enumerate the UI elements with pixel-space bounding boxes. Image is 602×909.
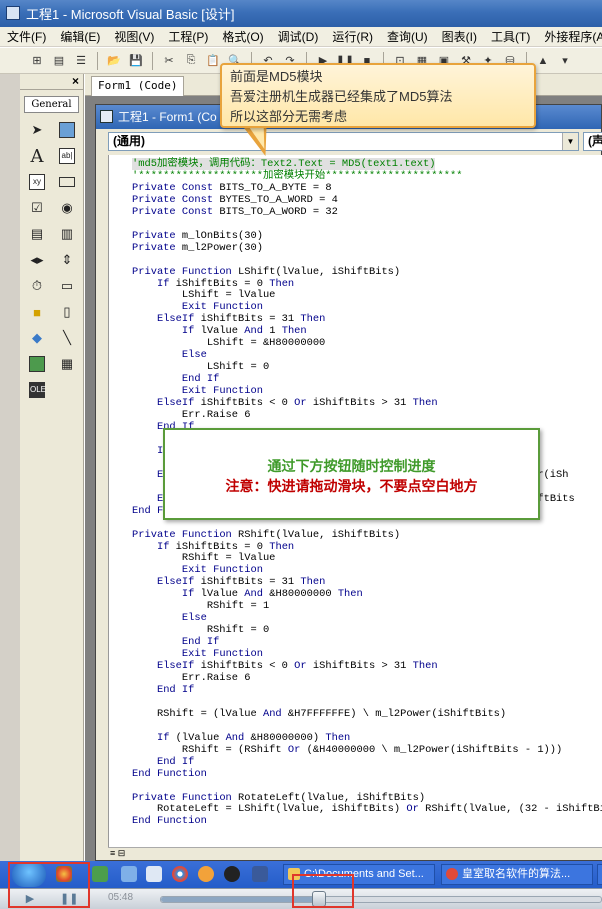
hscrollbar-tool-icon[interactable]: ◂▸ bbox=[26, 249, 48, 271]
chrome-icon[interactable] bbox=[172, 866, 188, 882]
hint-line-1: 通过下方按钮随时控制进度 bbox=[267, 458, 436, 474]
drivelistbox-tool-icon[interactable]: ▭ bbox=[56, 275, 78, 297]
dirlistbox-tool-icon[interactable]: ■ bbox=[26, 301, 48, 323]
toolbox-header: × bbox=[20, 74, 83, 90]
optionbutton-tool-icon[interactable]: ◉ bbox=[56, 197, 78, 219]
toolbox-general-tab[interactable]: General bbox=[24, 96, 79, 113]
menu-diagram[interactable]: 图表(I) bbox=[435, 27, 484, 46]
app-icon[interactable] bbox=[92, 866, 108, 882]
taskbar-browser-window[interactable]: 皇室取名软件的算法... bbox=[441, 864, 593, 885]
shape-tool-icon[interactable]: ◆ bbox=[26, 327, 48, 349]
close-icon[interactable]: × bbox=[72, 74, 79, 88]
highlight-player-buttons bbox=[8, 862, 90, 908]
menu-format[interactable]: 格式(O) bbox=[215, 27, 270, 46]
object-combo[interactable]: (通用) ▼ bbox=[108, 132, 579, 151]
title-bar: 工程1 - Microsoft Visual Basic [设计] bbox=[0, 0, 602, 27]
progress-hint-callout: 通过下方按钮随时控制进度 注意：快进请拖动滑块，不要点空白地方 bbox=[163, 428, 540, 520]
code-window-title: 工程1 - Form1 (Co bbox=[118, 110, 217, 124]
save-icon[interactable]: 💾 bbox=[127, 52, 145, 70]
menu-bar: 文件(F) 编辑(E) 视图(V) 工程(P) 格式(O) 调试(D) 运行(R… bbox=[0, 27, 602, 47]
menu-tools[interactable]: 工具(T) bbox=[484, 27, 537, 46]
menu-file[interactable]: 文件(F) bbox=[0, 27, 53, 46]
open-icon[interactable]: 📂 bbox=[105, 52, 123, 70]
chrome-icon bbox=[446, 868, 458, 880]
code-window-combos: (通用) ▼ (声 bbox=[96, 129, 602, 153]
menu-run[interactable]: 运行(R) bbox=[325, 27, 380, 46]
visual-component-icon[interactable]: ▾ bbox=[556, 52, 574, 70]
add-form-icon[interactable]: ▤ bbox=[50, 52, 68, 70]
vb-app-icon bbox=[6, 6, 20, 20]
document-icon[interactable] bbox=[146, 866, 162, 882]
ole-tool-icon[interactable]: OLE bbox=[26, 379, 48, 401]
data-tool-icon[interactable]: ▦ bbox=[56, 353, 78, 375]
task-label: 皇室取名软件的算法... bbox=[462, 868, 571, 880]
seek-track[interactable] bbox=[160, 896, 602, 903]
hint-line-2: 注意：快进请拖动滑块，不要点空白地方 bbox=[225, 478, 478, 494]
menu-query[interactable]: 查询(U) bbox=[380, 27, 435, 46]
callout-line-2: 吾爱注册机生成器已经集成了MD5算法 bbox=[230, 89, 453, 104]
procedure-combo-value: (声 bbox=[588, 134, 602, 148]
md5-callout: 前面是MD5模块 吾爱注册机生成器已经集成了MD5算法 所以这部分无需考虑 bbox=[220, 63, 536, 128]
combobox-tool-icon[interactable]: ▤ bbox=[26, 223, 48, 245]
toolbar-separator bbox=[97, 51, 98, 70]
vscrollbar-tool-icon[interactable]: ⇕ bbox=[56, 249, 78, 271]
filelistbox-tool-icon[interactable]: ▯ bbox=[56, 301, 78, 323]
image-tool-icon[interactable] bbox=[26, 353, 48, 375]
picturebox-tool-icon[interactable] bbox=[56, 119, 78, 141]
menu-project[interactable]: 工程(P) bbox=[161, 27, 215, 46]
listbox-tool-icon[interactable]: ▥ bbox=[56, 223, 78, 245]
toolbox-panel: × General ➤ A ab| xy ☑ ◉ ▤ ▥ ◂▸ ⇕ ⏱ ▭ ■ … bbox=[20, 74, 84, 861]
menu-view[interactable]: 视图(V) bbox=[107, 27, 161, 46]
code-view-toggle-bar[interactable]: ≡ ⊟ bbox=[108, 847, 602, 860]
qq-icon[interactable] bbox=[224, 866, 240, 882]
frame-tool-icon[interactable]: xy bbox=[26, 171, 48, 193]
code-window-icon bbox=[100, 110, 113, 123]
window-title: 工程1 - Microsoft Visual Basic [设计] bbox=[26, 7, 235, 22]
checkbox-tool-icon[interactable]: ☑ bbox=[26, 197, 48, 219]
toolbar-separator bbox=[152, 51, 153, 70]
add-project-icon[interactable]: ⊞ bbox=[28, 52, 46, 70]
menu-editor-icon[interactable]: ☰ bbox=[72, 52, 90, 70]
textbox-tool-icon[interactable]: ab| bbox=[56, 145, 78, 167]
commandbutton-tool-icon[interactable] bbox=[56, 171, 78, 193]
menu-edit[interactable]: 编辑(E) bbox=[53, 27, 107, 46]
tab-form1-code[interactable]: Form1 (Code) bbox=[91, 76, 185, 96]
menu-addins[interactable]: 外接程序(A) bbox=[537, 27, 602, 46]
pointer-tool-icon[interactable]: ➤ bbox=[26, 119, 48, 141]
qq-browser-icon[interactable] bbox=[198, 866, 214, 882]
highlight-seek-thumb bbox=[292, 874, 354, 908]
menu-debug[interactable]: 调试(D) bbox=[271, 27, 326, 46]
chevron-down-icon[interactable]: ▼ bbox=[562, 133, 578, 150]
playback-time: 05:48 bbox=[108, 892, 134, 903]
taskbar-window-partial[interactable] bbox=[597, 864, 602, 885]
component-manager-icon[interactable]: ▲ bbox=[534, 52, 552, 70]
timer-tool-icon[interactable]: ⏱ bbox=[26, 275, 48, 297]
procedure-combo[interactable]: (声 bbox=[583, 132, 602, 151]
toolbox-tools: ➤ A ab| xy ☑ ◉ ▤ ▥ ◂▸ ⇕ ⏱ ▭ ■ ▯ ◆ ╲ ▦ OL… bbox=[20, 119, 83, 401]
label-tool-icon[interactable]: A bbox=[26, 145, 48, 167]
show-desktop-icon[interactable] bbox=[121, 866, 137, 882]
copy-icon[interactable]: ⎘ bbox=[182, 52, 200, 70]
callout-line-3: 所以这部分无需考虑 bbox=[230, 109, 348, 124]
line-tool-icon[interactable]: ╲ bbox=[56, 327, 78, 349]
callout-line-1: 前面是MD5模块 bbox=[230, 69, 323, 84]
object-combo-value: (通用) bbox=[113, 134, 145, 148]
left-dock-band bbox=[0, 74, 20, 861]
vb-taskbar-icon[interactable] bbox=[252, 866, 268, 882]
cut-icon[interactable]: ✂ bbox=[160, 52, 178, 70]
